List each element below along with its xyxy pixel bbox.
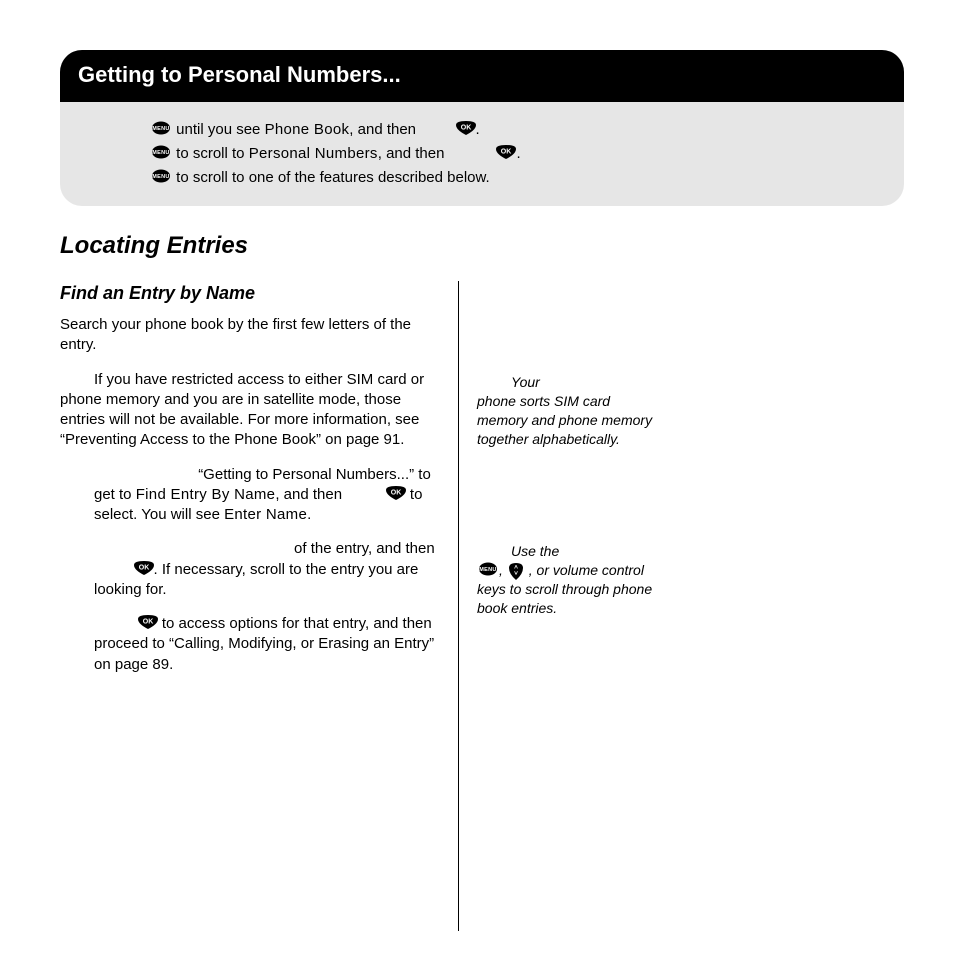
text: to scroll to one of the features describ…	[172, 169, 490, 186]
text: .	[307, 506, 311, 523]
lcd-text: Personal Numbers	[249, 145, 378, 162]
sub-heading: Find an Entry by Name	[60, 281, 440, 305]
svg-text:OK: OK	[142, 619, 153, 626]
step-paragraph-2: of the entry, and then OK . If necessary…	[60, 539, 440, 600]
section-heading: Locating Entries	[60, 230, 904, 262]
two-column-layout: Find an Entry by Name Search your phone …	[60, 281, 904, 931]
intro-paragraph: Search your phone book by the first few …	[60, 315, 440, 356]
text: of the entry, and then	[290, 540, 435, 557]
ok-icon: OK	[137, 615, 157, 631]
svg-text:MENU: MENU	[152, 174, 169, 180]
tip-body: phone sorts SIM card memory and phone me…	[477, 393, 652, 447]
procedure-steps: MENU until you see Phone Book, and then …	[60, 102, 904, 207]
step-paragraph-3: OK to access options for that entry, and…	[60, 614, 440, 675]
svg-text:˅: ˅	[514, 570, 518, 577]
ok-icon: OK	[455, 121, 475, 137]
text: , and then	[349, 121, 420, 138]
procedure-box: Getting to Personal Numbers... MENU unti…	[60, 50, 904, 206]
svg-text:OK: OK	[138, 564, 149, 571]
right-column: Your phone sorts SIM card memory and pho…	[458, 281, 657, 931]
menu-icon: MENU	[151, 169, 171, 185]
svg-text:OK: OK	[501, 148, 512, 155]
text: , and then	[378, 145, 449, 162]
text: ,	[499, 562, 507, 578]
step-3: MENU to scroll to one of the features de…	[150, 168, 886, 188]
text: until you see	[172, 121, 265, 138]
svg-text:OK: OK	[460, 124, 471, 131]
left-column: Find an Entry by Name Search your phone …	[60, 281, 458, 689]
svg-text:MENU: MENU	[152, 126, 169, 132]
ok-icon: OK	[495, 145, 515, 161]
menu-icon: MENU	[478, 562, 498, 578]
lcd-text: Phone Book	[265, 121, 350, 138]
menu-icon: MENU	[151, 145, 171, 161]
arrows-icon: ˄˅	[508, 562, 528, 578]
lcd-text: Find Entry By Name	[136, 486, 276, 503]
step-1: MENU until you see Phone Book, and then …	[150, 120, 886, 140]
procedure-title: Getting to Personal Numbers...	[60, 50, 904, 102]
tip-first-line: Your	[477, 373, 657, 392]
ok-icon: OK	[385, 486, 405, 502]
svg-text:OK: OK	[390, 489, 401, 496]
svg-text:MENU: MENU	[479, 567, 496, 573]
note-paragraph: If you have restricted access to either …	[60, 370, 440, 451]
svg-text:MENU: MENU	[152, 150, 169, 156]
text: to scroll to	[172, 145, 249, 162]
lcd-text: Enter Name	[224, 506, 307, 523]
menu-icon: MENU	[151, 121, 171, 137]
ok-icon: OK	[133, 561, 153, 577]
text: , and then	[275, 486, 346, 503]
page: Getting to Personal Numbers... MENU unti…	[0, 0, 954, 931]
tip-note-1: Your phone sorts SIM card memory and pho…	[477, 373, 657, 449]
step-paragraph-1: “Getting to Personal Numbers...” to get …	[60, 465, 440, 526]
tip-first-line: Use the	[477, 542, 657, 561]
step-2: MENU to scroll to Personal Numbers, and …	[150, 144, 886, 164]
tip-note-2: Use the MENU , ˄˅ , or volume control ke…	[477, 542, 657, 618]
